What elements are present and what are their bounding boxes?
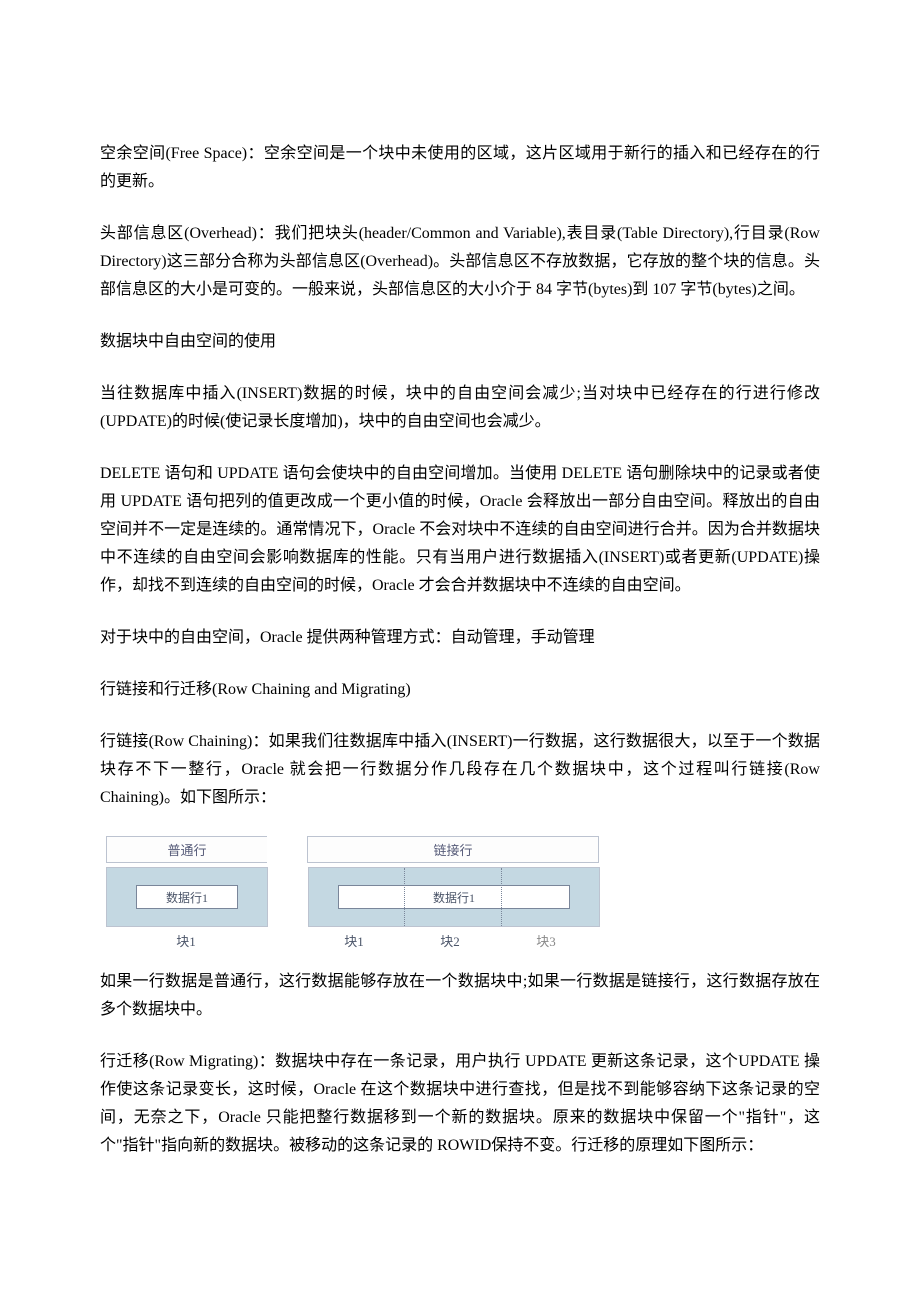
- diagram-label-spacer: [266, 931, 306, 950]
- diagram-row-chaining: 普通行 链接行 数据行1 数据行1 块1 块1 块2 块3: [100, 836, 820, 950]
- diagram-row-right: 数据行1: [338, 885, 570, 909]
- diagram-label-block3: 块3: [498, 931, 594, 950]
- diagram-block-labels: 块1 块1 块2 块3: [100, 931, 600, 950]
- heading-free-space-usage: 数据块中自由空间的使用: [100, 328, 820, 356]
- paragraph-insert-update: 当往数据库中插入(INSERT)数据的时候，块中的自由空间会减少;当对块中已经存…: [100, 380, 820, 436]
- paragraph-row-chaining: 行链接(Row Chaining)：如果我们往数据库中插入(INSERT)一行数…: [100, 728, 820, 812]
- diagram-row-left: 数据行1: [136, 885, 238, 909]
- paragraph-row-migrating: 行迁移(Row Migrating)：数据块中存在一条记录，用户执行 UPDAT…: [100, 1048, 820, 1160]
- diagram-label-block1-left: 块1: [106, 931, 266, 950]
- diagram-divider-icon: [404, 868, 405, 926]
- diagram-divider-icon: [501, 868, 502, 926]
- paragraph-delete-update: DELETE 语句和 UPDATE 语句会使块中的自由空间增加。当使用 DELE…: [100, 460, 820, 600]
- diagram-headers: 普通行 链接行: [100, 836, 600, 863]
- diagram-body: 数据行1 数据行1: [100, 867, 600, 927]
- diagram-header-normal-row: 普通行: [106, 836, 267, 863]
- paragraph-free-space: 空余空间(Free Space)：空余空间是一个块中未使用的区域，这片区域用于新…: [100, 140, 820, 196]
- diagram-block-right: 数据行1: [308, 867, 600, 927]
- diagram-label-block2: 块2: [402, 931, 498, 950]
- paragraph-row-type-summary: 如果一行数据是普通行，这行数据能够存放在一个数据块中;如果一行数据是链接行，这行…: [100, 968, 820, 1024]
- paragraph-overhead: 头部信息区(Overhead)：我们把块头(header/Common and …: [100, 220, 820, 304]
- diagram-label-block1-right: 块1: [306, 931, 402, 950]
- diagram-header-chained-row: 链接行: [307, 836, 599, 863]
- heading-row-chaining-migrating: 行链接和行迁移(Row Chaining and Migrating): [100, 676, 820, 704]
- diagram-block-left: 数据行1: [106, 867, 268, 927]
- document-page: 空余空间(Free Space)：空余空间是一个块中未使用的区域，这片区域用于新…: [0, 0, 920, 1302]
- paragraph-management-modes: 对于块中的自由空间，Oracle 提供两种管理方式：自动管理，手动管理: [100, 624, 820, 652]
